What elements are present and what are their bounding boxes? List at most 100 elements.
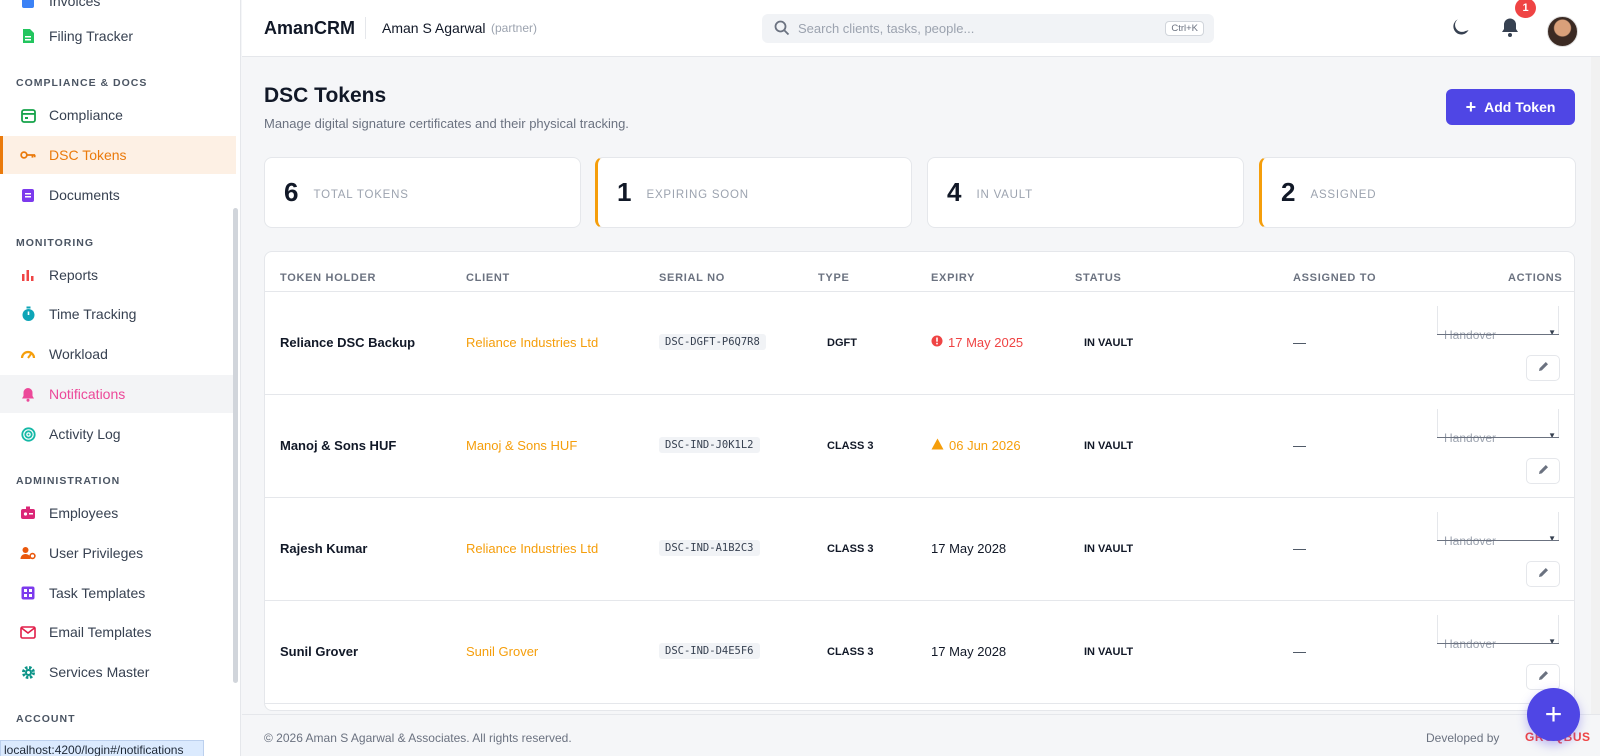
plus-icon: + [1544,697,1563,731]
handover-select[interactable]: Handover ▼ [1437,512,1559,548]
calendar-icon [20,107,36,123]
sidebar-item-compliance[interactable]: Compliance [0,96,236,134]
section-title-administration: ADMINISTRATION [16,475,121,487]
serial-number: DSC-IND-J0K1L2 [659,437,760,453]
sidebar-item-activity-log[interactable]: Activity Log [0,415,236,453]
client-link[interactable]: Reliance Industries Ltd [466,335,598,350]
stat-value: 4 [947,177,962,207]
column-header: EXPIRY [931,272,976,284]
warning-triangle-icon [931,438,944,453]
dsc-tokens-table: TOKEN HOLDER CLIENT SERIAL NO TYPE EXPIR… [264,251,1575,711]
sidebar-item-email-templates[interactable]: Email Templates [0,613,236,651]
handover-select[interactable]: Handover ▼ [1437,409,1559,445]
caret-down-icon: ▼ [1548,534,1556,543]
global-search[interactable]: Ctrl+K [762,14,1214,43]
top-header: AmanCRM Aman S Agarwal (partner) Ctrl+K … [242,0,1600,57]
alert-circle-icon [931,335,943,350]
stat-value: 2 [1281,177,1296,207]
stat-label: EXPIRING SOON [646,188,749,201]
add-token-button[interactable]: + Add Token [1446,89,1575,125]
handover-select[interactable]: Handover ▼ [1437,306,1559,342]
search-input[interactable] [798,14,1138,43]
envelope-icon [20,624,36,640]
token-type: DGFT [827,337,857,349]
sidebar-scrollbar[interactable] [233,208,238,683]
sidebar-item-user-privileges[interactable]: User Privileges [0,534,236,572]
invoice-icon [20,0,36,9]
status-bar-url: localhost:4200/login#/notifications [0,740,204,756]
expiry-text: 06 Jun 2026 [949,438,1021,453]
avatar[interactable] [1547,16,1578,47]
quick-add-fab[interactable]: + [1527,688,1580,741]
bell-icon [20,386,36,402]
column-header: SERIAL NO [659,272,725,284]
column-header: STATUS [1075,272,1122,284]
add-token-label: Add Token [1484,99,1556,115]
document-icon [20,187,36,203]
handover-select[interactable]: Handover ▼ [1437,615,1559,651]
table-row: Sunil Grover Sunil Grover DSC-IND-D4E5F6… [265,601,1574,704]
sidebar-item-task-templates[interactable]: Task Templates [0,574,236,612]
stat-card-expiring: 1 EXPIRING SOON [595,157,912,228]
plus-icon: + [1465,97,1477,117]
grid-icon [20,585,36,601]
brand-logo[interactable]: AmanCRM [264,18,355,39]
edit-button[interactable] [1526,664,1560,690]
sidebar-item-label: Activity Log [49,426,121,442]
sidebar-item-services-master[interactable]: Services Master [0,653,236,691]
caret-down-icon: ▼ [1548,637,1556,646]
sidebar-item-dsc-tokens[interactable]: DSC Tokens [0,136,236,174]
assigned-to: — [1293,541,1306,556]
caret-down-icon: ▼ [1548,431,1556,440]
column-header: CLIENT [466,272,510,284]
client-link[interactable]: Manoj & Sons HUF [466,438,577,453]
user-name: Aman S Agarwal [382,20,486,36]
user-role: (partner) [491,21,538,35]
expiry-date: 17 May 2028 [931,644,1006,659]
edit-button[interactable] [1526,561,1560,587]
sidebar-item-filing-tracker[interactable]: Filing Tracker [0,17,236,55]
stat-label: TOTAL TOKENS [313,188,409,201]
select-underline [1437,334,1559,335]
page-subtitle: Manage digital signature certificates an… [264,116,629,131]
status-badge: IN VAULT [1084,440,1134,452]
edit-button[interactable] [1526,458,1560,484]
sidebar-item-label: Notifications [49,386,126,402]
sidebar-item-label: DSC Tokens [49,147,127,163]
client-link[interactable]: Sunil Grover [466,644,538,659]
stat-value: 6 [284,177,299,207]
select-underline [1437,437,1559,438]
radar-icon [20,426,36,442]
sidebar: Invoices Filing Tracker COMPLIANCE & DOC… [0,0,241,756]
sidebar-item-documents[interactable]: Documents [0,176,236,214]
sidebar-item-employees[interactable]: Employees [0,494,236,532]
search-shortcut: Ctrl+K [1165,21,1204,36]
main-scrollbar[interactable] [1591,57,1600,714]
sidebar-item-notifications[interactable]: Notifications [0,375,236,413]
handover-label: Handover [1444,431,1497,445]
table-row: Reliance DSC Backup Reliance Industries … [265,292,1574,395]
notification-bell-icon[interactable] [1500,17,1520,43]
search-icon [774,20,790,41]
sidebar-item-label: Invoices [49,0,101,9]
table-row: Manoj & Sons HUF Manoj & Sons HUF DSC-IN… [265,395,1574,498]
sidebar-item-time-tracking[interactable]: Time Tracking [0,295,236,333]
file-icon [20,28,36,44]
sidebar-item-label: Workload [49,346,108,362]
key-icon [20,147,36,163]
sidebar-item-label: Filing Tracker [49,28,134,44]
client-link[interactable]: Reliance Industries Ltd [466,541,598,556]
handover-label: Handover [1444,328,1497,342]
pencil-icon [1538,668,1549,686]
token-holder: Sunil Grover [280,644,359,659]
dark-mode-moon-icon[interactable] [1451,17,1471,42]
table-row: Rajesh Kumar Reliance Industries Ltd DSC… [265,498,1574,601]
page-title: DSC Tokens [264,84,387,107]
sidebar-item-workload[interactable]: Workload [0,335,236,373]
sidebar-item-reports[interactable]: Reports [0,256,236,294]
gear-icon [20,664,36,680]
edit-button[interactable] [1526,355,1560,381]
id-badge-icon [20,505,36,521]
stat-value: 1 [617,177,632,207]
token-type: CLASS 3 [827,543,874,555]
